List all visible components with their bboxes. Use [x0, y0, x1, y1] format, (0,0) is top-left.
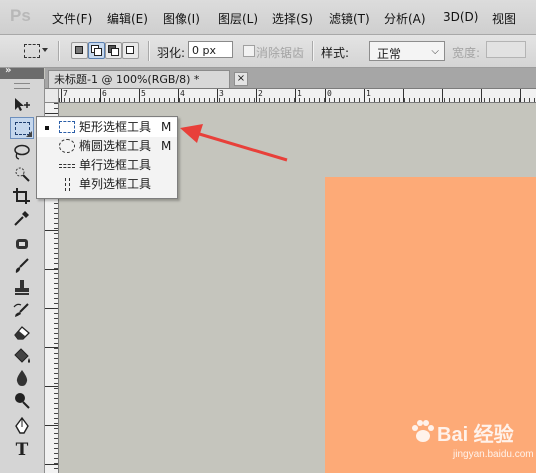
watermark-brand: Bai 经验 [437, 424, 514, 446]
watermark-url: jingyan.baidu.com [453, 449, 534, 460]
baidu-watermark: Bai 经验 jingyan.baidu.com [409, 418, 534, 470]
annotation-arrow-shaft [195, 131, 288, 162]
annotation-arrow-head [180, 124, 203, 143]
annotation-arrow [180, 124, 288, 162]
paw-logo-icon [412, 420, 434, 442]
